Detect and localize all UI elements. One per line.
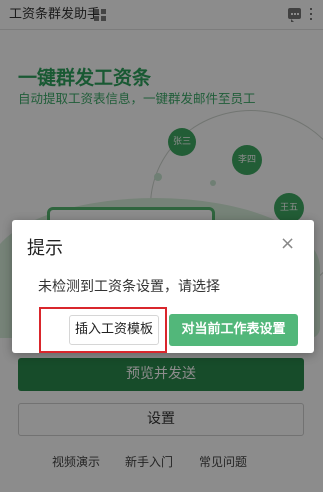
use-current-sheet-button[interactable]: 对当前工作表设置 xyxy=(169,314,298,346)
prompt-dialog: 提示 × 未检测到工资条设置，请选择 插入工资模板 对当前工作表设置 xyxy=(12,220,314,353)
insert-template-button[interactable]: 插入工资模板 xyxy=(69,315,159,345)
close-icon[interactable]: × xyxy=(280,235,295,253)
dialog-message: 未检测到工资条设置，请选择 xyxy=(38,279,220,295)
dialog-title: 提示 xyxy=(27,238,63,259)
